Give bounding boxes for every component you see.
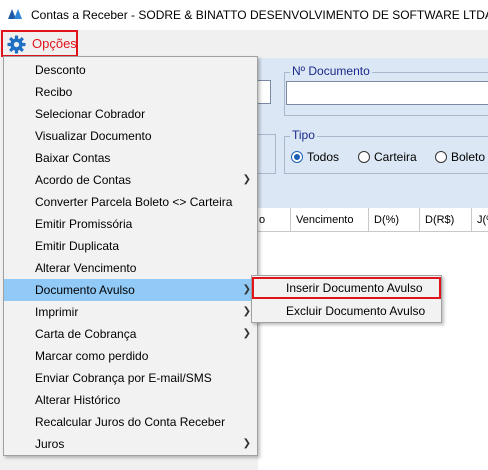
grid-col-header[interactable]: D(%) bbox=[368, 208, 419, 232]
menu-item-documento-avulso[interactable]: Documento Avulso ❯ bbox=[4, 279, 257, 301]
menu-item-label: Desconto bbox=[35, 63, 86, 77]
radio-carteira[interactable]: Carteira bbox=[358, 150, 417, 164]
submenu-arrow-icon: ❯ bbox=[242, 284, 251, 295]
radio-boleto[interactable]: Boleto bbox=[435, 150, 485, 164]
submenu-arrow-icon: ❯ bbox=[242, 306, 251, 317]
partial-input-field[interactable] bbox=[258, 80, 271, 104]
grid-col-header[interactable]: D(R$) bbox=[419, 208, 471, 232]
menu-item-label: Inserir Documento Avulso bbox=[286, 281, 423, 295]
menu-item-selecionar-cobrador[interactable]: Selecionar Cobrador bbox=[4, 103, 257, 125]
menu-item-carta-de-cobranca[interactable]: Carta de Cobrança ❯ bbox=[4, 323, 257, 345]
menu-item-label: Visualizar Documento bbox=[35, 129, 152, 143]
menu-item-converter-parcela[interactable]: Converter Parcela Boleto <> Carteira bbox=[4, 191, 257, 213]
menu-item-juros[interactable]: Juros ❯ bbox=[4, 433, 257, 455]
menu-item-emitir-duplicata[interactable]: Emitir Duplicata bbox=[4, 235, 257, 257]
menu-item-label: Carta de Cobrança bbox=[35, 327, 137, 341]
tipo-label: Tipo bbox=[290, 128, 317, 142]
menu-item-acordo-de-contas[interactable]: Acordo de Contas ❯ bbox=[4, 169, 257, 191]
menu-item-alterar-historico[interactable]: Alterar Histórico bbox=[4, 389, 257, 411]
gear-icon bbox=[7, 35, 26, 54]
menu-item-alterar-vencimento[interactable]: Alterar Vencimento bbox=[4, 257, 257, 279]
menu-item-label: Emitir Promissória bbox=[35, 217, 133, 231]
menu-item-baixar-contas[interactable]: Baixar Contas bbox=[4, 147, 257, 169]
menu-item-label: Acordo de Contas bbox=[35, 173, 132, 187]
menu-opcoes-label: Opções bbox=[32, 36, 77, 51]
menu-item-label: Enviar Cobrança por E-mail/SMS bbox=[35, 371, 212, 385]
menu-item-label: Alterar Histórico bbox=[35, 393, 121, 407]
documento-label: Nº Documento bbox=[290, 64, 372, 78]
window-title: Contas a Receber - SODRE & BINATTO DESEN… bbox=[31, 8, 488, 22]
menu-item-label: Alterar Vencimento bbox=[35, 261, 137, 275]
menu-item-desconto[interactable]: Desconto bbox=[4, 59, 257, 81]
menu-item-label: Selecionar Cobrador bbox=[35, 107, 146, 121]
grid-col-header[interactable]: o bbox=[254, 208, 290, 232]
menu-item-enviar-cobranca[interactable]: Enviar Cobrança por E-mail/SMS bbox=[4, 367, 257, 389]
tipo-group: Tipo Todos Carteira Boleto bbox=[284, 128, 488, 174]
radio-carteira-label: Carteira bbox=[374, 150, 417, 164]
radio-carteira-dot bbox=[358, 151, 370, 163]
menu-item-inserir-documento-avulso[interactable]: Inserir Documento Avulso bbox=[252, 277, 441, 299]
menu-item-recibo[interactable]: Recibo bbox=[4, 81, 257, 103]
menu-item-marcar-como-perdido[interactable]: Marcar como perdido bbox=[4, 345, 257, 367]
documento-group: Nº Documento bbox=[284, 64, 488, 116]
documento-avulso-submenu: Inserir Documento Avulso Excluir Documen… bbox=[251, 275, 442, 323]
radio-todos[interactable]: Todos bbox=[291, 150, 339, 164]
menu-item-emitir-promissoria[interactable]: Emitir Promissória bbox=[4, 213, 257, 235]
menu-item-label: Juros bbox=[35, 437, 65, 451]
title-bar: Contas a Receber - SODRE & BINATTO DESEN… bbox=[0, 0, 488, 30]
radio-boleto-dot bbox=[435, 151, 447, 163]
menu-item-visualizar-documento[interactable]: Visualizar Documento bbox=[4, 125, 257, 147]
grid-col-header[interactable]: J(% bbox=[471, 208, 488, 232]
menu-opcoes[interactable]: Opções bbox=[1, 30, 78, 57]
app-logo-icon bbox=[8, 9, 22, 19]
menu-item-label: Documento Avulso bbox=[35, 283, 135, 297]
menu-item-label: Baixar Contas bbox=[35, 151, 111, 165]
menu-item-label: Recibo bbox=[35, 85, 73, 99]
partial-group-box bbox=[258, 134, 276, 174]
radio-boleto-label: Boleto bbox=[451, 150, 486, 164]
submenu-arrow-icon: ❯ bbox=[242, 174, 251, 185]
menu-item-excluir-documento-avulso[interactable]: Excluir Documento Avulso bbox=[252, 300, 441, 322]
opcoes-dropdown-menu: Desconto Recibo Selecionar Cobrador Visu… bbox=[3, 56, 258, 456]
menu-item-label: Recalcular Juros do Conta Receber bbox=[35, 415, 226, 429]
documento-input[interactable] bbox=[286, 81, 488, 105]
grid-header: o Vencimento D(%) D(R$) J(% bbox=[258, 208, 488, 232]
menu-item-label: Marcar como perdido bbox=[35, 349, 149, 363]
menu-item-label: Imprimir bbox=[35, 305, 79, 319]
menu-item-imprimir[interactable]: Imprimir ❯ bbox=[4, 301, 257, 323]
grid-col-header[interactable]: Vencimento bbox=[290, 208, 368, 232]
submenu-arrow-icon: ❯ bbox=[242, 328, 251, 339]
grid-body[interactable] bbox=[258, 232, 488, 470]
menu-item-label: Emitir Duplicata bbox=[35, 239, 120, 253]
menu-item-label: Excluir Documento Avulso bbox=[286, 304, 426, 318]
radio-todos-label: Todos bbox=[307, 150, 340, 164]
submenu-arrow-icon: ❯ bbox=[242, 438, 251, 449]
menu-item-recalcular-juros[interactable]: Recalcular Juros do Conta Receber bbox=[4, 411, 257, 433]
menu-item-label: Converter Parcela Boleto <> Carteira bbox=[35, 195, 233, 209]
radio-todos-dot bbox=[291, 151, 303, 163]
